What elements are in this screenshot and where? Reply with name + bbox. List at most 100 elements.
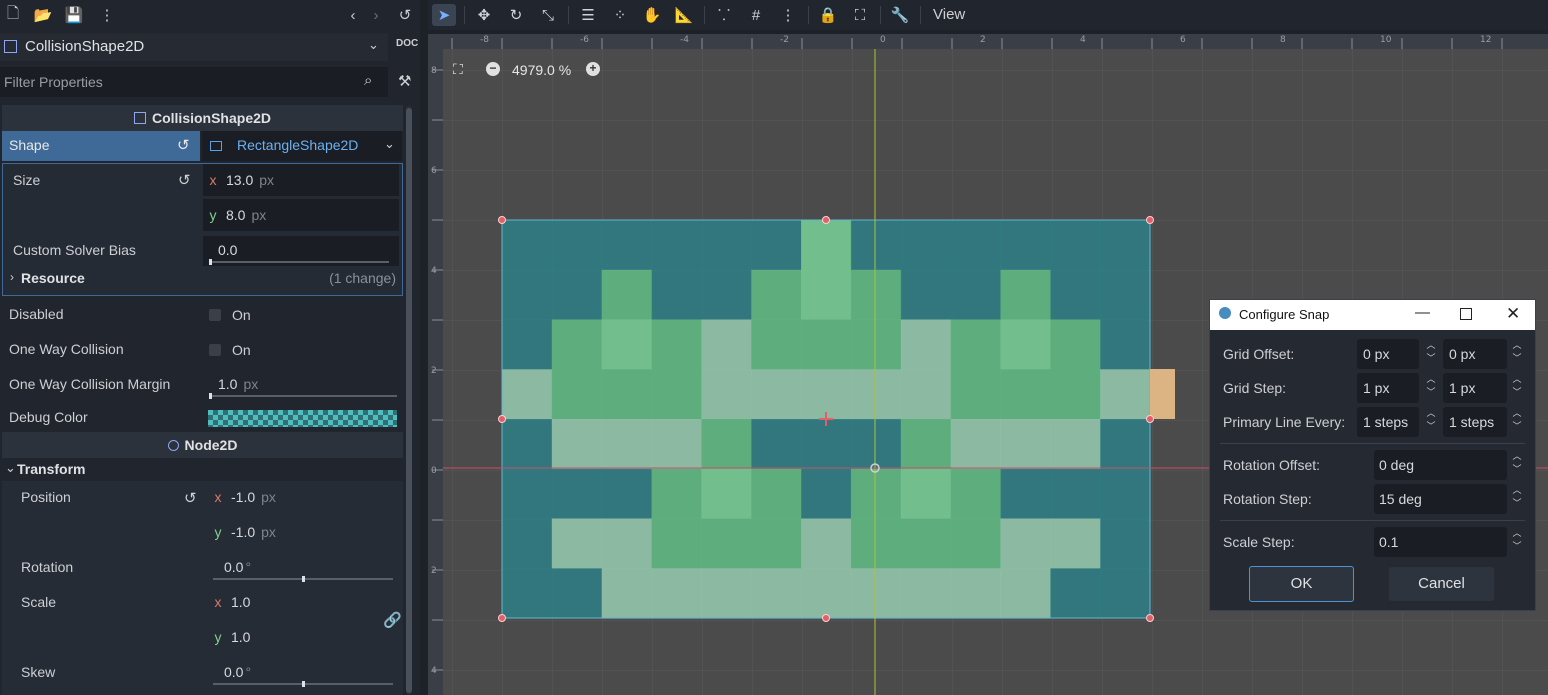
ruler-mode-icon[interactable]: 📐 [672,4,696,26]
cancel-button[interactable]: Cancel [1389,567,1494,601]
toolbar-separator [880,6,881,24]
grid-offset-y-input[interactable]: 0 px [1443,339,1507,369]
scale-y-field[interactable]: y 1.0 [208,621,373,653]
history-forward-icon[interactable]: › [365,4,387,26]
inspector-scrollbar[interactable] [406,106,412,695]
slider-grabber[interactable] [302,681,305,687]
zoom-in-icon[interactable]: + [586,62,600,76]
reset-icon[interactable]: ↺ [184,489,197,507]
grid-step-y-input[interactable]: 1 px [1443,373,1507,403]
chevron-right-icon: › [10,270,14,284]
select-mode-icon[interactable]: ➤ [432,4,456,26]
chevron-down-icon[interactable]: ⌄ [384,136,395,152]
spinner-arrows[interactable]: ︿ ﹀ [1424,373,1438,403]
axis-x-label: x [214,489,222,505]
grid-offset-x-input[interactable]: 0 px [1357,339,1419,369]
resize-handle [498,216,506,224]
spinner-arrows[interactable]: ︿ ﹀ [1510,407,1524,437]
snap-options-icon[interactable]: ⋮ [776,4,800,26]
rectangle-shape-icon [210,141,222,151]
resize-handle [1146,216,1154,224]
open-folder-icon[interactable]: 📂 [32,4,54,26]
slider-grabber[interactable] [209,393,212,399]
new-resource-icon[interactable]: 🗋 [2,4,24,26]
skew-slider[interactable]: 0.0 ° [208,658,399,688]
scale-x-field[interactable]: x 1.0 [208,586,373,618]
rotation-slider[interactable]: 0.0 ° [208,553,399,583]
spinner-arrows[interactable]: ︿ ﹀ [1424,339,1438,369]
unit-label: px [243,376,259,392]
debug-color-swatch[interactable] [208,410,397,427]
save-icon[interactable]: 💾 [63,4,85,26]
rotation-value: 0.0 [224,559,244,575]
spinner-arrows[interactable]: ︿ ﹀ [1510,527,1524,557]
doc-icon[interactable]: DOC [396,38,418,49]
resource-group[interactable]: › Resource (1 change) [3,266,401,292]
spinner-arrows[interactable]: ︿ ﹀ [1510,450,1524,480]
slider-track [209,395,397,397]
filter-properties-field[interactable]: Filter Properties ⌕ [0,67,388,97]
more-options-icon[interactable]: ⋮ [96,4,118,26]
scale-mode-icon[interactable]: ⤡ [536,4,560,26]
rotation-offset-input[interactable]: 0 deg [1374,450,1507,480]
rotate-mode-icon[interactable]: ↻ [504,4,528,26]
primary-line-x-input[interactable]: 1 steps [1357,407,1419,437]
node-selector[interactable]: CollisionShape2D ⌄ [0,33,388,61]
maximize-icon[interactable] [1460,308,1472,320]
scale-step-input[interactable]: 0.1 [1374,527,1507,557]
collision-shape-section-header: CollisionShape2D [2,105,403,131]
primary-line-y-input[interactable]: 1 steps [1443,407,1507,437]
smart-snap-icon[interactable]: ⸪ [712,4,736,26]
one-way-margin-slider[interactable]: 1.0 px [203,370,399,400]
ruler-left [428,34,443,695]
grid-snap-icon[interactable]: # [744,4,768,26]
position-x-field[interactable]: x -1.0 px [208,481,399,513]
solver-bias-slider[interactable]: 0.0 [203,236,399,266]
lock-icon[interactable]: 🔒 [816,4,840,26]
ok-button[interactable]: OK [1249,566,1354,602]
position-y-field[interactable]: y -1.0 px [208,516,399,548]
spinner-arrows[interactable]: ︿ ﹀ [1424,407,1438,437]
group-icon[interactable]: ⛶ [848,4,872,26]
rotation-step-label: Rotation Step: [1223,491,1312,507]
position-label: Position [21,489,71,505]
ruler-label: 10 [1380,35,1392,45]
reset-icon[interactable]: ↺ [177,136,190,154]
size-x-field[interactable]: x 13.0 px [203,164,399,196]
view-menu[interactable]: View [933,6,965,23]
bone-icon[interactable]: 🔧 [888,4,912,26]
scrollbar-thumb[interactable] [406,108,412,693]
transform-group[interactable]: ⌄ Transform [2,458,403,480]
zoom-out-icon[interactable]: − [486,62,500,76]
reset-icon[interactable]: ↺ [178,171,191,189]
history-icon[interactable]: ↺ [394,4,416,26]
unit-label: px [251,207,267,223]
slider-grabber[interactable] [209,259,212,265]
one-way-collision-checkbox[interactable] [209,344,221,356]
size-y-field[interactable]: y 8.0 px [203,199,399,231]
spinner-arrows[interactable]: ︿ ﹀ [1510,339,1524,369]
list-select-icon[interactable]: ☰ [576,4,600,26]
minimize-icon[interactable]: — [1415,304,1430,321]
spinner-arrows[interactable]: ︿ ﹀ [1510,484,1524,514]
ruler-label: 0 [431,466,437,476]
viewport-toolbar: ➤ ✥ ↻ ⤡ ☰ ⁘ ✋ 📐 ⸪ # ⋮ 🔒 ⛶ 🔧 View [428,0,1548,30]
pivot-mode-icon[interactable]: ⁘ [608,4,632,26]
move-mode-icon[interactable]: ✥ [472,4,496,26]
rotation-step-input[interactable]: 15 deg [1374,484,1507,514]
shape-resource-picker[interactable]: RectangleShape2D ⌄ [202,131,402,161]
history-back-icon[interactable]: ‹ [342,4,364,26]
disabled-checkbox[interactable] [209,309,221,321]
grid-step-x-input[interactable]: 1 px [1357,373,1419,403]
tools-icon[interactable]: ⚒ [398,72,411,90]
node2d-section-header: Node2D [2,432,403,458]
slider-grabber[interactable] [302,576,305,582]
spinner-arrows[interactable]: ︿ ﹀ [1510,373,1524,403]
ruler-label: -2 [780,35,789,45]
pan-mode-icon[interactable]: ✋ [640,4,664,26]
zoom-reset-icon[interactable]: ⛶ [453,61,463,78]
dialog-titlebar[interactable]: Configure Snap — ✕ [1210,300,1535,330]
close-icon[interactable]: ✕ [1506,304,1520,324]
zoom-level[interactable]: 4979.0 % [512,62,571,78]
link-icon[interactable]: 🔗 [383,611,402,629]
